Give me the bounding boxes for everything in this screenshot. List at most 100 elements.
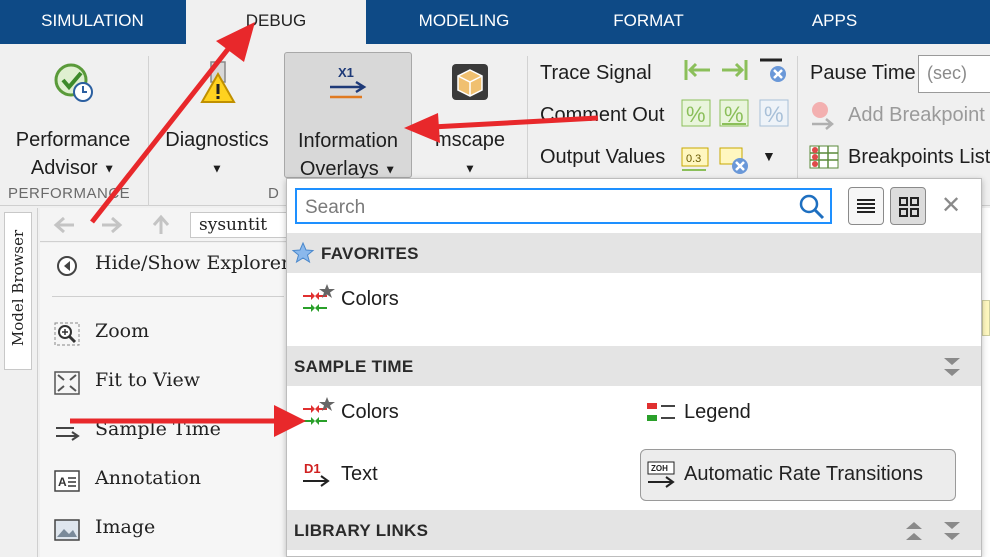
automatic-rate-transitions-button[interactable]: ZOH Automatic Rate Transitions [640, 449, 956, 501]
group-label-performance: PERFORMANCE [8, 185, 131, 202]
zoh-rate-transition-icon: ZOH [647, 461, 675, 488]
remove-highlight-icon[interactable] [758, 54, 790, 84]
favorites-star-icon [291, 241, 315, 264]
tab-modeling[interactable]: MODELING [380, 0, 548, 44]
sample-time-colors-label: Colors [341, 401, 399, 423]
back-arrow-icon[interactable] [52, 215, 76, 235]
section-sample-time: SAMPLE TIME [287, 346, 981, 386]
svg-text:%: % [764, 102, 784, 127]
information-overlays-button[interactable]: X1 Information Overlays ▼ [284, 52, 412, 180]
information-overlays-label-1: Information [297, 130, 399, 152]
forward-arrow-icon[interactable] [100, 215, 124, 235]
sample-time-colors-icon [303, 284, 335, 312]
sample-time-icon [56, 427, 80, 441]
svg-text:0.3: 0.3 [686, 153, 701, 165]
favorites-heading: FAVORITES [321, 244, 419, 263]
simscape-button[interactable]: mscape ▼ [420, 60, 520, 183]
ribbon-separator [148, 56, 149, 206]
gallery-search-input[interactable]: Search [295, 188, 832, 224]
navigation-bar: sysuntit [40, 208, 326, 242]
svg-text:A: A [58, 475, 67, 489]
svg-text:D1: D1 [304, 461, 321, 476]
sample-time-text-label: Text [341, 463, 378, 485]
diagnostics-warning-icon [200, 61, 236, 103]
annotation-label: Annotation [95, 467, 201, 489]
chevron-down-icon: ▼ [211, 161, 223, 176]
sample-time-text-icon: D1 [303, 461, 330, 487]
tab-format[interactable]: FORMAT [566, 0, 731, 44]
simscape-label: mscape [434, 129, 506, 151]
search-icon[interactable] [798, 193, 826, 221]
canvas-block-fragment [982, 300, 990, 336]
chevron-down-icon: ▼ [464, 161, 476, 176]
remove-output-values-icon[interactable] [718, 144, 752, 176]
performance-advisor-icon [54, 63, 93, 102]
collapse-chevron-icon[interactable] [941, 354, 963, 380]
annotation-icon: A [54, 470, 80, 492]
favorites-colors-label: Colors [341, 288, 399, 310]
sample-time-colors-icon [303, 397, 335, 425]
zoom-label: Zoom [95, 320, 150, 342]
breakpoints-list-icon[interactable] [808, 142, 840, 172]
image-label: Image [95, 516, 156, 538]
comment-out-button[interactable]: Comment Out [540, 104, 664, 127]
output-value-icon[interactable]: 0.3 [680, 144, 712, 174]
pause-time-input[interactable]: (sec) [918, 55, 990, 93]
expand-chevron-up-icon[interactable] [903, 518, 925, 544]
grid-view-button[interactable] [890, 187, 926, 225]
sample-time-heading: SAMPLE TIME [294, 357, 414, 376]
legend-label: Legend [684, 401, 751, 423]
model-browser-tab-label: Model Browser [9, 229, 27, 347]
diagnostics-button[interactable]: Diagnostics ▼ [156, 60, 278, 183]
model-browser-tab[interactable]: Model Browser [4, 212, 32, 370]
model-canvas[interactable] [982, 208, 990, 557]
chevron-down-icon: ▼ [384, 162, 397, 177]
breakpoints-list-button[interactable]: Breakpoints List [848, 146, 990, 169]
hide-explorer-icon [57, 256, 77, 276]
information-overlays-label-2: Overlays [299, 158, 379, 180]
information-overlays-icon: X1 [330, 65, 367, 99]
information-overlays-gallery: Search ✕ FAVORITES Colors SAMPLE TIME Co… [286, 178, 982, 557]
svg-text:ZOH: ZOH [651, 464, 668, 473]
group-label-debug: D [268, 185, 280, 202]
legend-icon [647, 403, 675, 421]
toolstrip-tab-bar: SIMULATION DEBUG MODELING FORMAT APPS [0, 0, 990, 44]
library-links-heading: LIBRARY LINKS [294, 521, 429, 540]
close-icon[interactable]: ✕ [941, 191, 961, 220]
performance-advisor-label-1: Performance [15, 129, 131, 151]
output-values-dropdown[interactable]: ▼ [762, 148, 776, 164]
comment-through-icon[interactable]: % [718, 98, 750, 128]
zoom-icon [54, 322, 80, 346]
simscape-cube-icon [452, 64, 488, 100]
svg-text:%: % [686, 102, 706, 127]
svg-text:X1: X1 [338, 65, 354, 80]
sample-time-label: Sample Time [95, 418, 221, 440]
trace-left-icon[interactable] [682, 56, 714, 84]
fit-to-view-label: Fit to View [95, 369, 201, 391]
performance-advisor-label-2: Advisor [30, 157, 98, 179]
tab-apps[interactable]: APPS [752, 0, 917, 44]
pause-time-label: Pause Time [810, 62, 916, 84]
output-values-button[interactable]: Output Values [540, 146, 665, 169]
add-breakpoint-icon[interactable] [808, 100, 840, 130]
comment-out-icon[interactable]: % [680, 98, 712, 128]
automatic-rate-transitions-label: Automatic Rate Transitions [684, 463, 923, 485]
trace-right-icon[interactable] [718, 56, 750, 84]
tab-simulation[interactable]: SIMULATION [10, 0, 175, 44]
diagnostics-label: Diagnostics [165, 129, 269, 151]
collapse-chevron-icon[interactable] [941, 518, 963, 544]
uncomment-icon[interactable]: % [758, 98, 790, 128]
section-library-links: LIBRARY LINKS [287, 510, 981, 550]
section-favorites: FAVORITES [287, 233, 981, 273]
divider [52, 296, 284, 297]
add-breakpoint-button[interactable]: Add Breakpoint [848, 104, 985, 127]
chevron-down-icon: ▼ [103, 161, 116, 176]
list-view-button[interactable] [848, 187, 884, 225]
list-view-icon [857, 199, 875, 213]
image-icon [54, 519, 80, 541]
tab-debug[interactable]: DEBUG [186, 0, 366, 44]
side-panel [40, 243, 286, 557]
trace-signal-button[interactable]: Trace Signal [540, 62, 652, 85]
performance-advisor-button[interactable]: Performance Advisor ▼ [8, 60, 138, 183]
up-arrow-icon[interactable] [150, 214, 172, 236]
